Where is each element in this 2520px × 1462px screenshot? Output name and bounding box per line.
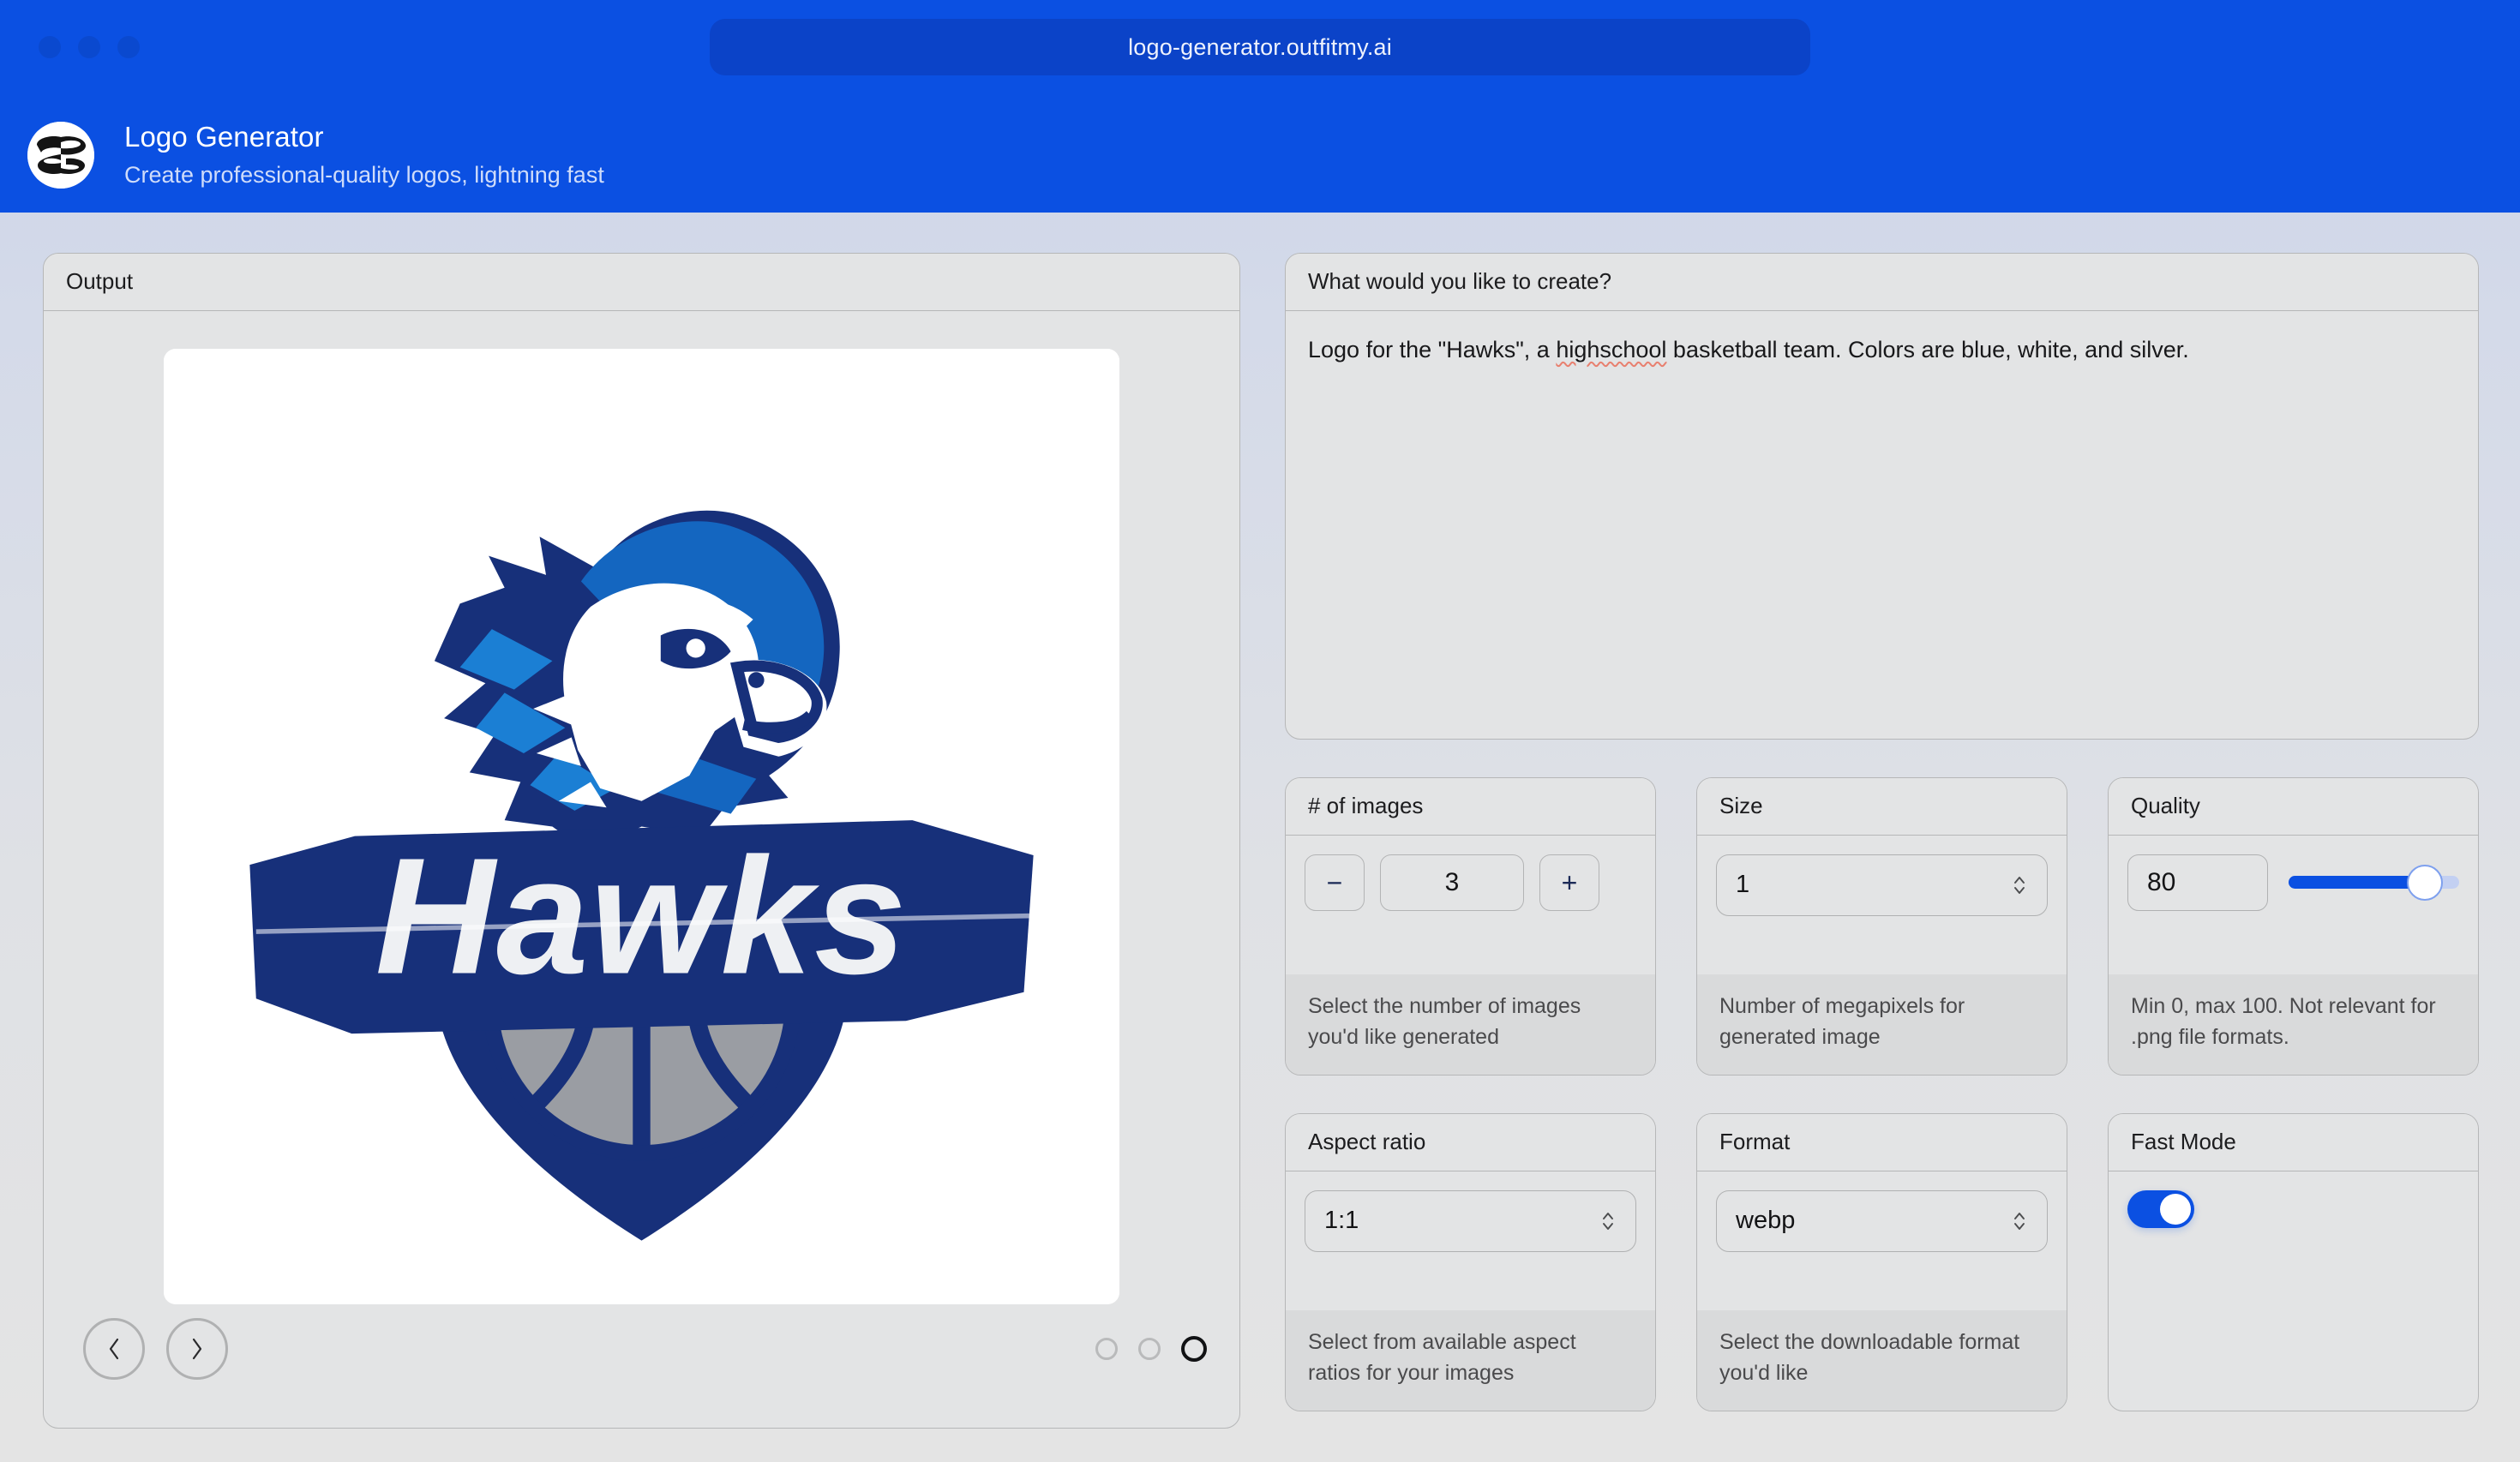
- aspect-ratio-help-text: Select from available aspect ratios for …: [1308, 1327, 1633, 1388]
- app-header: Logo Generator Create professional-quali…: [0, 97, 2520, 213]
- address-bar[interactable]: logo-generator.outfitmy.ai: [710, 19, 1810, 75]
- aspect-ratio-header: Aspect ratio: [1286, 1114, 1655, 1171]
- output-panel-header: Output: [44, 254, 1239, 311]
- num-images-label: # of images: [1308, 793, 1423, 818]
- size-select[interactable]: 1: [1716, 854, 2048, 916]
- logo-mark-icon: [27, 122, 94, 189]
- num-images-help-text: Select the number of images you'd like g…: [1308, 992, 1633, 1052]
- browser-chrome: logo-generator.outfitmy.ai: [0, 0, 2520, 97]
- quality-label: Quality: [2131, 793, 2200, 818]
- prompt-text-after: basketball team. Colors are blue, white,…: [1666, 337, 2188, 363]
- fast-mode-label: Fast Mode: [2131, 1129, 2236, 1154]
- output-column: Output: [43, 253, 1240, 1462]
- url-text: logo-generator.outfitmy.ai: [1128, 34, 1392, 61]
- fast-mode-toggle[interactable]: [2127, 1190, 2194, 1228]
- format-header: Format: [1697, 1114, 2067, 1171]
- maximize-window-button[interactable]: [117, 36, 140, 58]
- image-carousel-controls: [44, 1318, 1239, 1380]
- output-panel-body: Hawks: [44, 311, 1239, 1428]
- increment-button[interactable]: +: [1539, 854, 1599, 911]
- misspelled-word: highschool: [1556, 337, 1666, 363]
- app-subtitle: Create professional-quality logos, light…: [124, 160, 604, 190]
- format-select[interactable]: webp: [1716, 1190, 2048, 1252]
- page-title: Logo Generator: [124, 119, 604, 154]
- format-value: webp: [1736, 1207, 1795, 1235]
- svg-text:Hawks: Hawks: [375, 823, 909, 1008]
- prompt-panel: What would you like to create? Logo for …: [1285, 253, 2479, 740]
- controls-grid-row-2: Aspect ratio 1:1 Select from a: [1285, 1113, 2479, 1411]
- quality-help-text: Min 0, max 100. Not relevant for .png fi…: [2131, 992, 2456, 1052]
- aspect-ratio-help: Select from available aspect ratios for …: [1286, 1310, 1655, 1411]
- chevron-updown-icon: [1599, 1210, 1617, 1232]
- slider-fill: [2289, 876, 2425, 889]
- size-header: Size: [1697, 778, 2067, 836]
- controls-grid-row-1: # of images − 3 + Select the number of i…: [1285, 777, 2479, 1076]
- format-help-text: Select the downloadable format you'd lik…: [1719, 1327, 2044, 1388]
- aspect-ratio-select[interactable]: 1:1: [1305, 1190, 1636, 1252]
- quality-row: 80: [2127, 854, 2459, 911]
- num-images-header: # of images: [1286, 778, 1655, 836]
- app-title-block: Logo Generator Create professional-quali…: [124, 119, 604, 189]
- prompt-label: What would you like to create?: [1308, 268, 1611, 294]
- aspect-ratio-card: Aspect ratio 1:1 Select from a: [1285, 1113, 1656, 1411]
- carousel-dot-1[interactable]: [1095, 1338, 1118, 1360]
- carousel-dot-3[interactable]: [1181, 1336, 1207, 1362]
- format-card: Format webp Select the downloa: [1696, 1113, 2067, 1411]
- num-images-value[interactable]: 3: [1380, 854, 1524, 911]
- chevron-updown-icon: [2011, 874, 2028, 896]
- fast-mode-header: Fast Mode: [2109, 1114, 2478, 1171]
- fast-mode-card: Fast Mode: [2108, 1113, 2479, 1411]
- aspect-ratio-value: 1:1: [1324, 1207, 1359, 1235]
- toggle-knob: [2160, 1194, 2191, 1225]
- aspect-ratio-body: 1:1: [1286, 1171, 1655, 1310]
- close-window-button[interactable]: [39, 36, 61, 58]
- size-card: Size 1 Number of megapixels fo: [1696, 777, 2067, 1076]
- size-help-text: Number of megapixels for generated image: [1719, 992, 2044, 1052]
- format-body: webp: [1697, 1171, 2067, 1310]
- minimize-window-button[interactable]: [78, 36, 100, 58]
- quality-card: Quality 80 Min 0, max 100. Not relevant …: [2108, 777, 2479, 1076]
- size-help: Number of megapixels for generated image: [1697, 974, 2067, 1075]
- size-value: 1: [1736, 871, 1749, 899]
- quality-header: Quality: [2109, 778, 2478, 836]
- num-images-stepper: − 3 +: [1305, 854, 1636, 911]
- quality-help: Min 0, max 100. Not relevant for .png fi…: [2109, 974, 2478, 1075]
- previous-image-button[interactable]: [83, 1318, 145, 1380]
- slider-thumb[interactable]: [2407, 865, 2443, 901]
- format-help: Select the downloadable format you'd lik…: [1697, 1310, 2067, 1411]
- prompt-input[interactable]: Logo for the "Hawks", a highschool baske…: [1308, 333, 2456, 367]
- carousel-dot-2[interactable]: [1138, 1338, 1161, 1360]
- quality-body: 80: [2109, 836, 2478, 974]
- fast-mode-body: [2109, 1171, 2478, 1411]
- next-image-button[interactable]: [166, 1318, 228, 1380]
- prompt-panel-header: What would you like to create?: [1286, 254, 2478, 311]
- num-images-card: # of images − 3 + Select the number of i…: [1285, 777, 1656, 1076]
- controls-column: What would you like to create? Logo for …: [1285, 253, 2479, 1462]
- output-panel-label: Output: [66, 268, 133, 294]
- format-label: Format: [1719, 1129, 1790, 1154]
- quality-slider[interactable]: [2289, 866, 2459, 900]
- decrement-button[interactable]: −: [1305, 854, 1365, 911]
- traffic-light-buttons: [39, 36, 140, 58]
- output-panel: Output: [43, 253, 1240, 1429]
- workspace: Output: [0, 213, 2520, 1462]
- quality-input[interactable]: 80: [2127, 854, 2268, 911]
- size-label: Size: [1719, 793, 1763, 818]
- prompt-text-before: Logo for the "Hawks", a: [1308, 337, 1556, 363]
- chevron-updown-icon: [2011, 1210, 2028, 1232]
- num-images-body: − 3 +: [1286, 836, 1655, 974]
- aspect-ratio-label: Aspect ratio: [1308, 1129, 1425, 1154]
- carousel-page-dots: [1095, 1336, 1207, 1362]
- generated-image[interactable]: Hawks: [164, 349, 1119, 1304]
- prompt-input-area[interactable]: Logo for the "Hawks", a highschool baske…: [1286, 311, 2478, 739]
- num-images-help: Select the number of images you'd like g…: [1286, 974, 1655, 1075]
- size-body: 1: [1697, 836, 2067, 974]
